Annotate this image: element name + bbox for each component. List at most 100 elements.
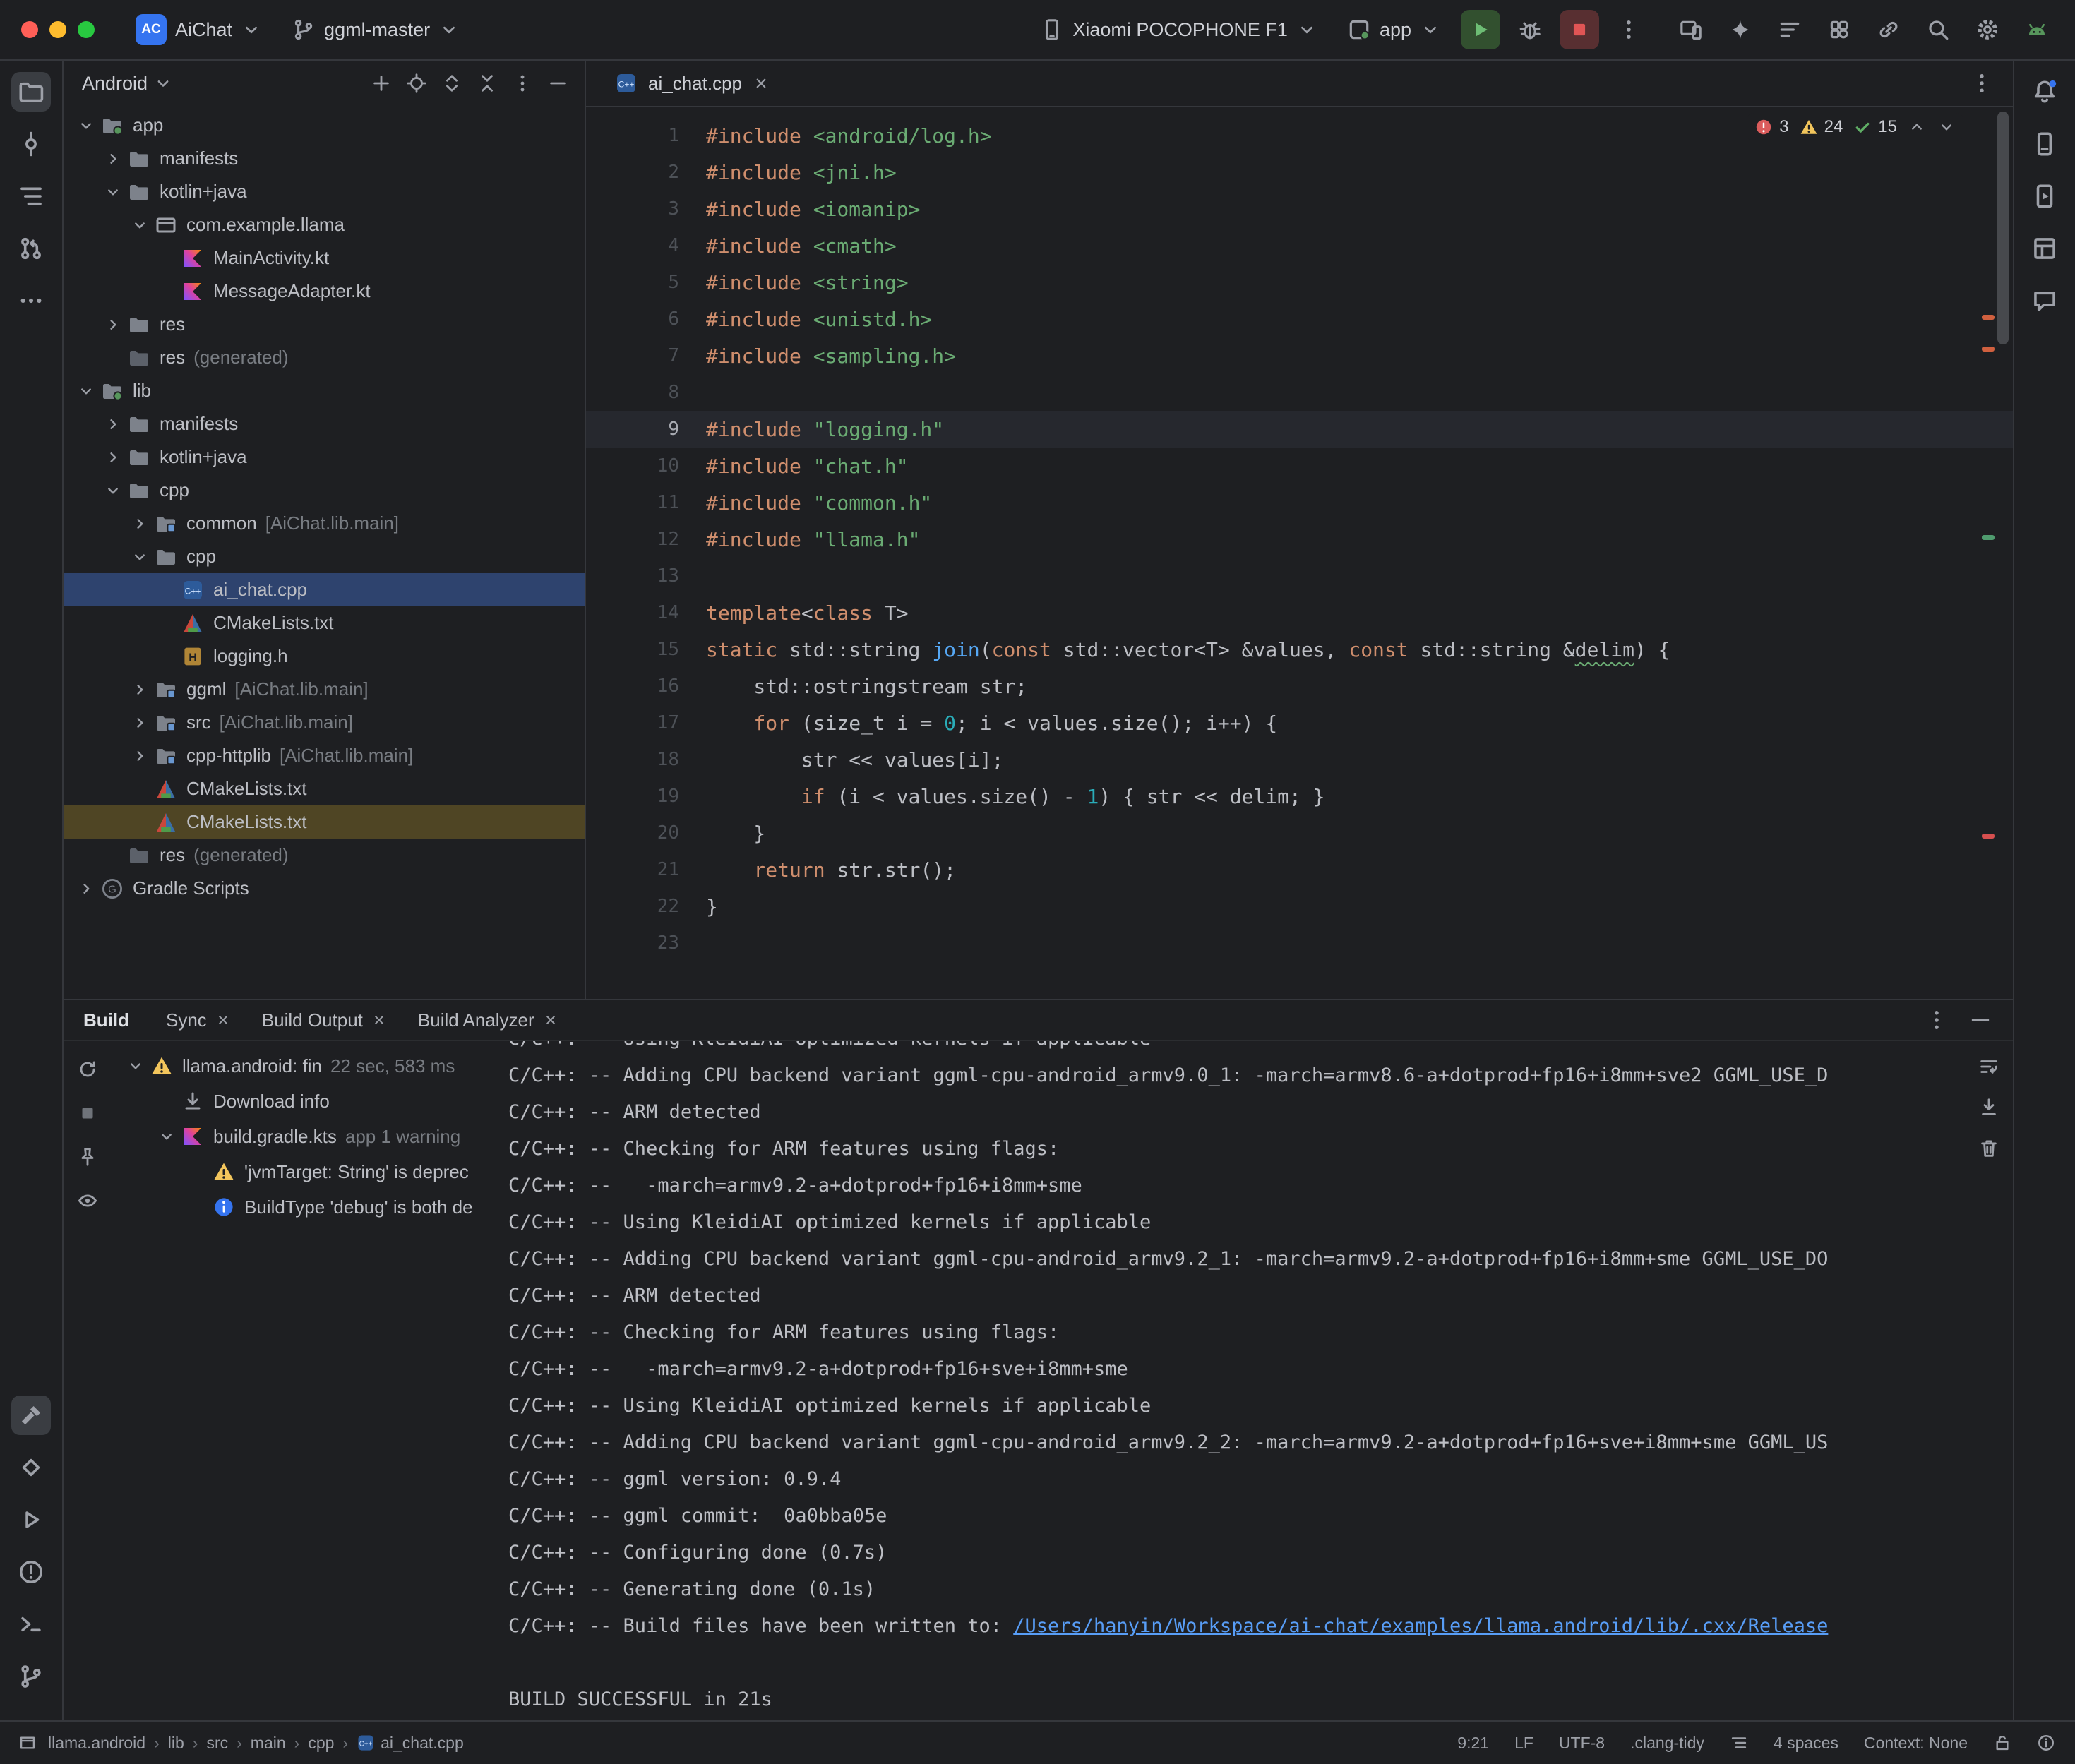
hide-build-panel-icon[interactable] — [1961, 1000, 2000, 1040]
build-tree-item[interactable]: llama.android: fin22 sec, 583 ms — [112, 1048, 504, 1084]
pull-requests-icon[interactable] — [11, 229, 51, 268]
close-tab-icon[interactable] — [751, 73, 772, 94]
build-tab-build-output[interactable]: Build Output — [249, 1005, 400, 1036]
previous-problem-icon[interactable] — [1907, 117, 1927, 137]
chevron-right-icon[interactable] — [127, 511, 153, 536]
breadcrumb-item[interactable]: src — [206, 1734, 228, 1753]
plugins-icon[interactable] — [1819, 10, 1859, 49]
line-number[interactable]: 21 — [586, 859, 706, 880]
version-control-icon[interactable] — [11, 1657, 51, 1696]
ide-messages-icon[interactable] — [2037, 1734, 2055, 1752]
project-tree-item-cpp[interactable]: cpp — [64, 540, 585, 573]
terminal-icon[interactable] — [11, 1604, 51, 1644]
breadcrumb-item[interactable]: lib — [168, 1734, 184, 1753]
run-button[interactable] — [1461, 10, 1500, 49]
project-tree-item-manifests[interactable]: manifests — [64, 142, 585, 175]
code-line-18[interactable]: 18 str << values[i]; — [586, 741, 2013, 778]
indent-style[interactable]: 4 spaces — [1774, 1734, 1838, 1753]
project-tree-item-cpp[interactable]: cpp — [64, 474, 585, 507]
chevron-down-icon[interactable] — [123, 1053, 148, 1079]
line-number[interactable]: 4 — [586, 235, 706, 256]
editor-options-icon[interactable] — [1962, 64, 2002, 103]
more-actions-icon[interactable] — [1609, 10, 1649, 49]
line-number[interactable]: 7 — [586, 345, 706, 366]
stop-dim-icon[interactable] — [69, 1095, 106, 1132]
breadcrumb-item[interactable]: C++ai_chat.cpp — [357, 1734, 464, 1753]
line-number[interactable]: 11 — [586, 492, 706, 513]
project-tree-item-cpp-httplib[interactable]: cpp-httplib[AiChat.lib.main] — [64, 739, 585, 772]
project-tree-item-cmakelists-txt[interactable]: CMakeLists.txt — [64, 606, 585, 640]
code-line-2[interactable]: 2#include <jni.h> — [586, 154, 2013, 191]
line-number[interactable]: 20 — [586, 822, 706, 844]
project-tree-item-res[interactable]: res — [64, 308, 585, 341]
code-line-22[interactable]: 22} — [586, 888, 2013, 925]
notifications-icon[interactable] — [2025, 72, 2064, 112]
project-selector[interactable]: AC AiChat — [126, 8, 272, 51]
project-tree-item-lib[interactable]: lib — [64, 374, 585, 407]
line-number[interactable]: 22 — [586, 896, 706, 917]
vcs-branch-selector[interactable]: ggml-master — [282, 12, 470, 47]
collapse-all-icon[interactable] — [470, 66, 504, 100]
device-mirroring-icon[interactable] — [1671, 10, 1711, 49]
chevron-down-icon[interactable] — [127, 544, 153, 570]
chevron-right-icon[interactable] — [100, 445, 126, 470]
search-icon[interactable] — [1918, 10, 1958, 49]
scrollbar-thumb[interactable] — [1997, 112, 2009, 344]
pin-icon[interactable] — [69, 1139, 106, 1175]
plus-icon[interactable] — [364, 66, 398, 100]
rerun-icon[interactable] — [69, 1051, 106, 1088]
line-number[interactable]: 13 — [586, 565, 706, 587]
project-tree-item-cmakelists-txt[interactable]: CMakeLists.txt — [64, 772, 585, 805]
caret-position[interactable]: 9:21 — [1457, 1734, 1489, 1753]
structure-icon[interactable] — [11, 176, 51, 216]
line-number[interactable]: 14 — [586, 602, 706, 623]
kebab-icon[interactable] — [506, 66, 539, 100]
stop-button[interactable] — [1560, 10, 1599, 49]
debug-button[interactable] — [1510, 10, 1550, 49]
code-line-21[interactable]: 21 return str.str(); — [586, 851, 2013, 888]
project-tree-item-src[interactable]: src[AiChat.lib.main] — [64, 706, 585, 739]
chevron-right-icon[interactable] — [100, 312, 126, 337]
line-number[interactable]: 9 — [586, 419, 706, 440]
chevron-down-icon[interactable] — [100, 478, 126, 503]
project-tree-item-app[interactable]: app — [64, 109, 585, 142]
layout-inspector-icon[interactable] — [2025, 229, 2064, 268]
chevron-down-icon[interactable] — [73, 378, 99, 404]
zoom-window-button[interactable] — [78, 21, 95, 38]
build-tree-item[interactable]: Download info — [112, 1084, 504, 1119]
chevron-right-icon[interactable] — [127, 677, 153, 702]
breadcrumb-item[interactable]: main — [251, 1734, 286, 1753]
run-icon[interactable] — [11, 1500, 51, 1540]
project-tree-item-gradle-scripts[interactable]: GGradle Scripts — [64, 872, 585, 905]
chevron-right-icon[interactable] — [127, 710, 153, 736]
project-tree-item-messageadapter-kt[interactable]: MessageAdapter.kt — [64, 275, 585, 308]
chevron-down-icon[interactable] — [127, 212, 153, 238]
line-number[interactable]: 1 — [586, 125, 706, 146]
stripe-mark[interactable] — [1982, 535, 1995, 540]
code-line-6[interactable]: 6#include <unistd.h> — [586, 301, 2013, 337]
code-line-3[interactable]: 3#include <iomanip> — [586, 191, 2013, 227]
stripe-mark[interactable] — [1982, 834, 1995, 839]
inspections-widget[interactable]: 3 24 15 — [1747, 113, 1963, 141]
project-tree-item-ggml[interactable]: ggml[AiChat.lib.main] — [64, 673, 585, 706]
line-number[interactable]: 17 — [586, 712, 706, 733]
code-line-7[interactable]: 7#include <sampling.h> — [586, 337, 2013, 374]
breadcrumb-item[interactable]: cpp — [308, 1734, 334, 1753]
project-tree-item-kotlin-java[interactable]: kotlin+java — [64, 175, 585, 208]
editor-tab[interactable]: C++ ai_chat.cpp — [597, 61, 787, 106]
problems-icon[interactable] — [11, 1552, 51, 1592]
project-tree-item-cmakelists-txt[interactable]: CMakeLists.txt — [64, 805, 585, 839]
build-tree-item[interactable]: build.gradle.ktsapp 1 warning — [112, 1119, 504, 1154]
build-variants-icon[interactable] — [1770, 10, 1810, 49]
line-number[interactable]: 18 — [586, 749, 706, 770]
project-icon[interactable] — [11, 72, 51, 112]
file-encoding[interactable]: UTF-8 — [1559, 1734, 1605, 1753]
project-tree-item-common[interactable]: common[AiChat.lib.main] — [64, 507, 585, 540]
next-problem-icon[interactable] — [1937, 117, 1956, 137]
line-number[interactable]: 6 — [586, 308, 706, 330]
stripe-mark[interactable] — [1982, 315, 1995, 320]
code-line-5[interactable]: 5#include <string> — [586, 264, 2013, 301]
code-line-11[interactable]: 11#include "common.h" — [586, 484, 2013, 521]
line-separator[interactable]: LF — [1514, 1734, 1533, 1753]
scroll-to-end-icon[interactable] — [1972, 1091, 2006, 1124]
